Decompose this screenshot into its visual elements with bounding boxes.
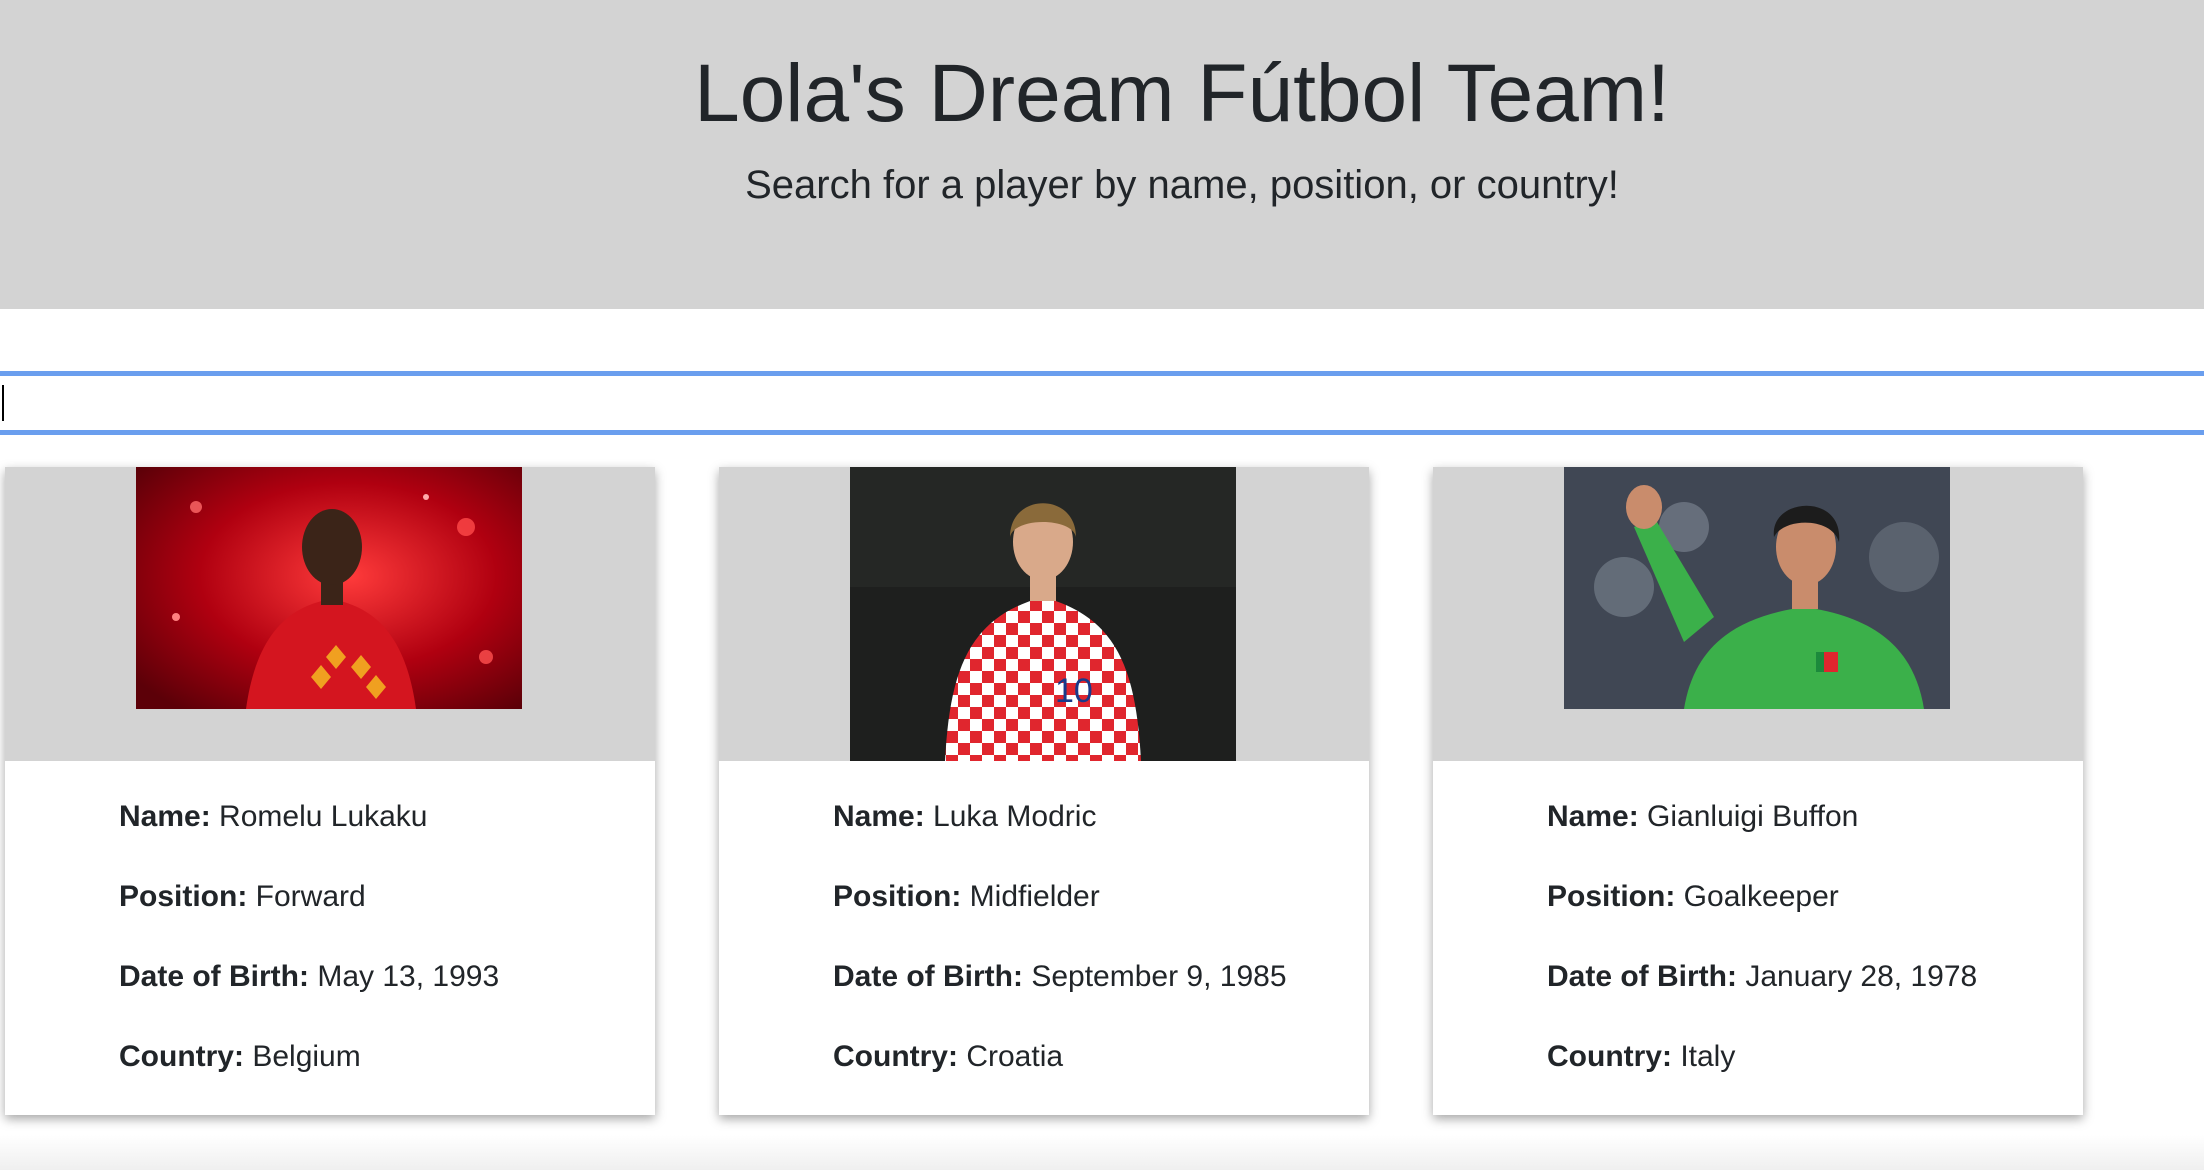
player-name: Luka Modric — [933, 800, 1097, 833]
player-name: Romelu Lukaku — [219, 800, 428, 833]
player-dob-row: Date of Birth: January 28, 1978 — [1547, 957, 1977, 997]
player-country-row: Country: Italy — [1547, 1037, 1977, 1077]
page-bottom-edge — [0, 1135, 2204, 1170]
player-info: Name: Romelu Lukaku Position: Forward Da… — [119, 797, 499, 1117]
player-country: Italy — [1680, 1040, 1736, 1073]
player-name-row: Name: Gianluigi Buffon — [1547, 797, 1977, 837]
player-photo — [136, 467, 522, 709]
country-label: Country: — [119, 1040, 244, 1073]
player-card: Name: Romelu Lukaku Position: Forward Da… — [5, 467, 655, 1115]
player-image-area — [5, 467, 655, 761]
search-input[interactable] — [0, 371, 2204, 435]
country-label: Country: — [833, 1040, 958, 1073]
name-label: Name: — [119, 800, 211, 833]
svg-text:10: 10 — [1055, 672, 1093, 710]
dob-label: Date of Birth: — [1547, 960, 1737, 993]
player-info: Name: Gianluigi Buffon Position: Goalkee… — [1547, 797, 1977, 1117]
player-position-row: Position: Forward — [119, 877, 499, 917]
position-label: Position: — [1547, 880, 1676, 913]
page-header: Lola's Dream Fútbol Team! Search for a p… — [0, 0, 2204, 309]
name-label: Name: — [1547, 800, 1639, 833]
player-card: 10 Name: Luka Modric Position: Midfielde… — [719, 467, 1369, 1115]
player-country-row: Country: Croatia — [833, 1037, 1287, 1077]
player-name: Gianluigi Buffon — [1647, 800, 1859, 833]
text-cursor — [2, 385, 4, 421]
player-name-row: Name: Romelu Lukaku — [119, 797, 499, 837]
player-card: Name: Gianluigi Buffon Position: Goalkee… — [1433, 467, 2083, 1115]
country-label: Country: — [1547, 1040, 1672, 1073]
player-dob-row: Date of Birth: May 13, 1993 — [119, 957, 499, 997]
player-position-row: Position: Goalkeeper — [1547, 877, 1977, 917]
page-subtitle: Search for a player by name, position, o… — [745, 163, 1619, 207]
player-dob: January 28, 1978 — [1745, 960, 1978, 993]
player-photo — [1564, 467, 1950, 709]
player-dob: September 9, 1985 — [1031, 960, 1287, 993]
player-dob: May 13, 1993 — [317, 960, 500, 993]
player-position-row: Position: Midfielder — [833, 877, 1287, 917]
player-country-row: Country: Belgium — [119, 1037, 499, 1077]
player-position: Forward — [255, 880, 366, 913]
player-image-area — [1433, 467, 2083, 761]
position-label: Position: — [119, 880, 248, 913]
player-position: Goalkeeper — [1683, 880, 1839, 913]
position-label: Position: — [833, 880, 962, 913]
player-position: Midfielder — [969, 880, 1100, 913]
name-label: Name: — [833, 800, 925, 833]
player-country: Croatia — [966, 1040, 1064, 1073]
dob-label: Date of Birth: — [119, 960, 309, 993]
player-photo: 10 — [850, 467, 1236, 761]
player-name-row: Name: Luka Modric — [833, 797, 1287, 837]
page-title: Lola's Dream Fútbol Team! — [694, 48, 1670, 139]
player-info: Name: Luka Modric Position: Midfielder D… — [833, 797, 1287, 1117]
dob-label: Date of Birth: — [833, 960, 1023, 993]
player-image-area: 10 — [719, 467, 1369, 761]
player-country: Belgium — [252, 1040, 361, 1073]
player-dob-row: Date of Birth: September 9, 1985 — [833, 957, 1287, 997]
